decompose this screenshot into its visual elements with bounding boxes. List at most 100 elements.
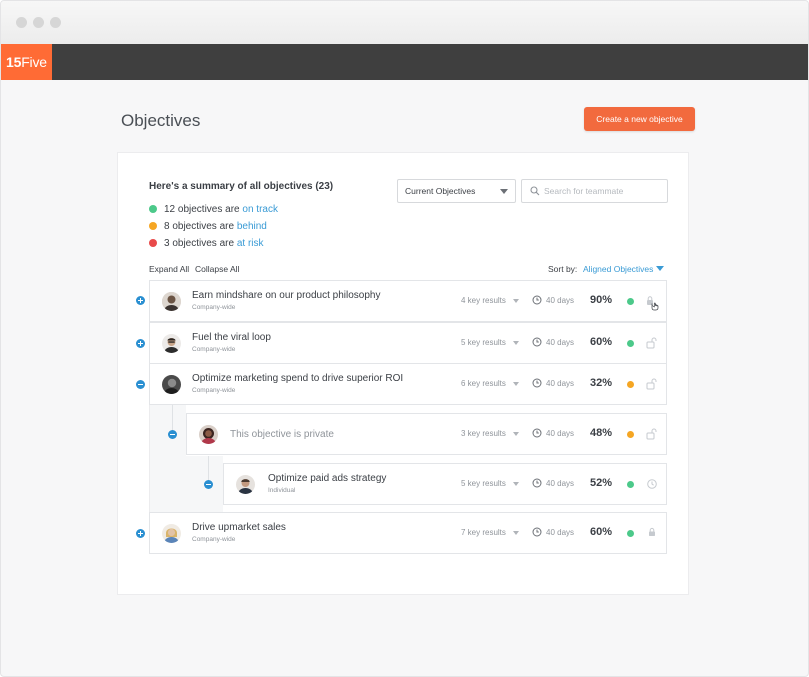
lock-icon[interactable] (646, 295, 660, 311)
clock-icon (532, 428, 542, 438)
app-logo[interactable]: 15Five (1, 44, 52, 80)
objective-title[interactable]: Fuel the viral loop (192, 332, 271, 343)
window-titlebar (1, 1, 808, 44)
progress-percent: 32% (590, 377, 613, 389)
days-remaining: 40 days (546, 479, 575, 488)
key-results-dropdown[interactable]: 3 key results (461, 429, 506, 438)
search-input[interactable] (544, 182, 662, 200)
chevron-down-icon (513, 432, 519, 436)
clock-icon (532, 337, 542, 347)
logo-number: 15 (6, 54, 22, 70)
summary-on-track: 12 objectives are on track (149, 204, 278, 216)
tree-connector (172, 405, 173, 430)
summary-at-risk: 3 objectives are at risk (149, 238, 264, 250)
unlock-icon[interactable] (646, 428, 658, 440)
status-dot (627, 381, 634, 388)
key-results-dropdown[interactable]: 4 key results (461, 296, 506, 305)
objective-title[interactable]: Optimize paid ads strategy (268, 473, 386, 484)
avatar (162, 292, 181, 311)
summary-text: 8 objectives are (164, 221, 237, 232)
expand-all-link[interactable]: Expand All (149, 264, 189, 274)
collapse-toggle[interactable] (136, 380, 145, 389)
person-avatar-icon (162, 375, 181, 394)
avatar (162, 375, 181, 394)
logo-word: Five (21, 54, 47, 70)
avatar (162, 334, 181, 353)
create-objective-button[interactable]: Create a new objective (584, 107, 695, 131)
window-maximize-dot[interactable] (50, 17, 61, 28)
avatar (162, 524, 181, 543)
objective-scope: Individual (268, 487, 296, 494)
expand-toggle[interactable] (136, 529, 145, 538)
sort-label: Sort by: (548, 264, 578, 274)
progress-percent: 60% (590, 526, 613, 538)
tree-connector (208, 456, 209, 480)
days-remaining: 40 days (546, 296, 575, 305)
collapse-toggle[interactable] (204, 480, 213, 489)
key-results-dropdown[interactable]: 5 key results (461, 338, 506, 347)
key-results-dropdown[interactable]: 5 key results (461, 479, 506, 488)
expand-toggle[interactable] (136, 296, 145, 305)
objective-row[interactable]: Optimize marketing spend to drive superi… (149, 363, 667, 405)
person-avatar-icon (162, 292, 181, 311)
summary-text: 3 objectives are (164, 238, 237, 249)
clock-icon (532, 295, 542, 305)
window-minimize-dot[interactable] (33, 17, 44, 28)
status-dot (627, 530, 634, 537)
nested-area (149, 405, 186, 512)
objective-row[interactable]: This objective is private 3 key results … (186, 413, 667, 455)
days-remaining: 40 days (546, 429, 575, 438)
collapse-toggle[interactable] (168, 430, 177, 439)
chevron-down-icon (513, 299, 519, 303)
objectives-filter-select[interactable]: Current Objectives (397, 179, 516, 203)
days-remaining: 40 days (546, 379, 575, 388)
unlock-icon[interactable] (646, 337, 658, 349)
clock-icon (532, 527, 542, 537)
objective-scope: Company-wide (192, 536, 236, 543)
days-remaining: 40 days (546, 528, 575, 537)
objective-row[interactable]: Earn mindshare on our product philosophy… (149, 280, 667, 322)
objective-row[interactable]: Fuel the viral loop Company-wide 5 key r… (149, 322, 667, 364)
browser-window: 15Five Objectives Create a new objective… (0, 0, 809, 677)
key-results-dropdown[interactable]: 6 key results (461, 379, 506, 388)
chevron-down-icon (513, 382, 519, 386)
progress-percent: 52% (590, 477, 613, 489)
objective-row[interactable]: Drive upmarket sales Company-wide 7 key … (149, 512, 667, 554)
sort-dropdown[interactable]: Aligned Objectives (583, 264, 653, 274)
person-avatar-icon (199, 425, 218, 444)
behind-link[interactable]: behind (237, 221, 267, 232)
summary-title: Here's a summary of all objectives (23) (149, 181, 334, 192)
progress-percent: 90% (590, 294, 613, 306)
history-icon[interactable] (646, 478, 658, 490)
clock-icon (532, 378, 542, 388)
objective-row[interactable]: Optimize paid ads strategy Individual 5 … (223, 463, 667, 505)
objective-scope: Company-wide (192, 304, 236, 311)
objective-title[interactable]: Drive upmarket sales (192, 522, 286, 533)
on-track-link[interactable]: on track (242, 204, 278, 215)
objective-scope: Company-wide (192, 346, 236, 353)
summary-behind: 8 objectives are behind (149, 221, 267, 233)
status-dot (627, 431, 634, 438)
objective-title[interactable]: Optimize marketing spend to drive superi… (192, 373, 403, 384)
lock-icon[interactable] (647, 527, 657, 537)
key-results-dropdown[interactable]: 7 key results (461, 528, 506, 537)
expand-toggle[interactable] (136, 339, 145, 348)
at-risk-dot (149, 239, 157, 247)
on-track-dot (149, 205, 157, 213)
unlock-icon[interactable] (646, 378, 658, 390)
at-risk-link[interactable]: at risk (237, 238, 264, 249)
avatar (236, 475, 255, 494)
objective-title[interactable]: Earn mindshare on our product philosophy (192, 290, 380, 301)
search-icon (530, 186, 540, 196)
days-remaining: 40 days (546, 338, 575, 347)
chevron-down-icon (500, 189, 508, 194)
avatar (199, 425, 218, 444)
behind-dot (149, 222, 157, 230)
status-dot (627, 481, 634, 488)
window-close-dot[interactable] (16, 17, 27, 28)
collapse-all-link[interactable]: Collapse All (195, 264, 239, 274)
progress-percent: 48% (590, 427, 613, 439)
teammate-search[interactable] (521, 179, 668, 203)
objective-title[interactable]: This objective is private (230, 429, 334, 440)
summary-text: 12 objectives are (164, 204, 243, 215)
